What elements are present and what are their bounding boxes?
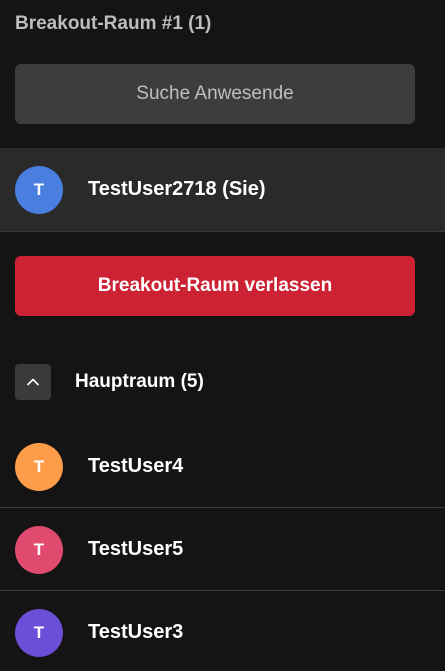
participant-row-self[interactable]: T TestUser2718 (Sie) [0, 148, 445, 232]
avatar: T [15, 608, 63, 657]
participant-name: TestUser4 [88, 455, 184, 477]
breakout-room-title: Breakout-Raum #1 (1) [15, 13, 212, 34]
participant-name: TestUser5 [88, 538, 184, 560]
participant-name: TestUser3 [88, 621, 184, 643]
avatar: T [15, 165, 63, 214]
participant-name: TestUser2718 (Sie) [88, 178, 266, 200]
participant-row[interactable]: T TestUser4 [0, 425, 445, 508]
leave-breakout-room-button[interactable]: Breakout-Raum verlassen [15, 256, 415, 316]
main-room-title: Hauptraum (5) [75, 371, 204, 392]
chevron-up-icon [27, 378, 39, 386]
participants-panel: Breakout-Raum #1 (1) Suche Anwesende T T… [0, 0, 445, 671]
participant-row[interactable]: T TestUser5 [0, 508, 445, 591]
participant-row[interactable]: T TestUser3 [0, 591, 445, 671]
avatar: T [15, 525, 63, 574]
search-attendees-button[interactable]: Suche Anwesende [15, 64, 415, 124]
avatar: T [15, 442, 63, 491]
collapse-main-room-button[interactable] [15, 364, 51, 400]
